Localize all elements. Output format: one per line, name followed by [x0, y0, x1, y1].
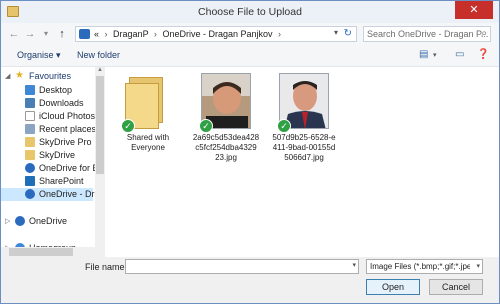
- sidebar-label: Desktop: [39, 85, 73, 95]
- sidebar-item-downloads[interactable]: Downloads: [1, 97, 93, 110]
- sidebar-item-recent-places[interactable]: Recent places: [1, 123, 97, 136]
- folder-icon: [25, 137, 35, 147]
- sidebar-item-onedrive[interactable]: ▷ OneDrive: [1, 215, 93, 228]
- organise-button[interactable]: Organise ▾: [17, 50, 61, 61]
- help-icon[interactable]: ❓: [477, 49, 489, 60]
- sync-check-icon: ✓: [277, 119, 291, 133]
- view-options-icon[interactable]: ▤: [419, 49, 428, 60]
- scroll-thumb[interactable]: [9, 248, 73, 256]
- desktop-icon: [25, 85, 35, 95]
- chevron-down-icon[interactable]: ▾: [334, 28, 338, 37]
- back-button[interactable]: ←: [7, 27, 21, 41]
- recent-locations-button[interactable]: ▾: [39, 27, 53, 41]
- toolbar: Organise ▾ New folder ▤ ▾ ▭ ❓: [1, 45, 499, 67]
- sidebar-label: Downloads: [39, 98, 84, 108]
- chevron-down-icon[interactable]: ▾: [352, 261, 356, 269]
- breadcrumb-onedrive[interactable]: OneDrive - Dragan Panjkov: [162, 29, 272, 39]
- file-item-photo[interactable]: ✓ 2a69c5d53dea428 c5fcf254dba4329 23.jpg: [191, 71, 261, 171]
- breadcrumb-draganp[interactable]: DraganP: [113, 29, 148, 39]
- cloud-icon: [25, 163, 35, 173]
- sidebar-label: SharePoint: [39, 176, 84, 186]
- onedrive-location-icon: [79, 29, 90, 39]
- scroll-up-icon[interactable]: ▲: [95, 67, 105, 73]
- cancel-button[interactable]: Cancel: [429, 279, 483, 295]
- sidebar-item-skydrive[interactable]: SkyDrive: [1, 149, 93, 162]
- up-button[interactable]: ↑: [55, 27, 69, 41]
- sidebar-label: SkyDrive: [39, 150, 76, 160]
- file-name: 507d9b25-6528-e 411-9bad-00155d 5066d7.j…: [272, 133, 336, 162]
- recent-places-icon: [25, 124, 35, 134]
- preview-pane-icon[interactable]: ▭: [455, 49, 464, 60]
- expand-icon[interactable]: ▷: [5, 217, 10, 225]
- breadcrumb: « › DraganP › OneDrive - Dragan Panjkov …: [94, 29, 284, 39]
- search-box[interactable]: Search OneDrive - Dragan P... ⌕: [363, 26, 491, 42]
- forward-button[interactable]: →: [23, 27, 37, 41]
- cloud-icon: [25, 189, 35, 199]
- chevron-right-icon: ›: [278, 29, 282, 39]
- sidebar-item-onedrive-business[interactable]: OneDrive for Bus: [1, 162, 105, 175]
- filename-input[interactable]: ▾: [125, 259, 359, 274]
- cloud-icon: [15, 216, 25, 226]
- sidebar-label: SkyDrive Pro: [39, 137, 92, 147]
- search-input[interactable]: Search OneDrive - Dragan P...: [367, 29, 488, 39]
- file-item-folder[interactable]: ✓ Shared with Everyone: [113, 71, 183, 171]
- file-list: ✓ Shared with Everyone ✓ 2a69c5d53dea428…: [105, 67, 499, 257]
- sidebar-horizontal-scrollbar[interactable]: [1, 247, 105, 257]
- sidebar-label: Recent places: [39, 124, 97, 134]
- sidebar-item-skydrive-pro[interactable]: SkyDrive Pro: [1, 136, 93, 149]
- chevron-right-icon: ›: [104, 29, 108, 39]
- sidebar-item-desktop[interactable]: Desktop: [1, 84, 93, 97]
- icloud-photos-icon: [25, 111, 35, 121]
- address-bar[interactable]: « › DraganP › OneDrive - Dragan Panjkov …: [75, 26, 357, 42]
- chevron-down-icon[interactable]: ▾: [433, 51, 437, 59]
- scroll-thumb[interactable]: [96, 76, 104, 174]
- new-folder-button[interactable]: New folder: [77, 50, 120, 60]
- close-button[interactable]: ✕: [455, 1, 493, 19]
- sidebar-item-sharepoint[interactable]: SharePoint: [1, 175, 93, 188]
- filename-label: File name:: [85, 262, 128, 272]
- sync-check-icon: ✓: [199, 119, 213, 133]
- chevron-right-icon: ›: [153, 29, 157, 39]
- sidebar-item-icloud-photos[interactable]: iCloud Photos: [1, 110, 96, 123]
- chevron-down-icon[interactable]: ▾: [476, 262, 480, 270]
- search-icon[interactable]: ⌕: [481, 28, 487, 39]
- sidebar-label: iCloud Photos: [39, 111, 96, 121]
- sidebar-item-favourites[interactable]: ◢ ★ Favourites: [1, 70, 93, 83]
- navigation-pane: ◢ ★ Favourites Desktop Downloads iCloud …: [1, 67, 105, 257]
- file-dialog: Choose File to Upload ✕ ← → ▾ ↑ « › Drag…: [0, 0, 500, 304]
- sidebar-item-onedrive-dragan[interactable]: OneDrive - Dragan: [1, 188, 105, 201]
- title-bar: Choose File to Upload ✕: [1, 1, 499, 23]
- downloads-icon: [25, 98, 35, 108]
- sync-check-icon: ✓: [121, 119, 135, 133]
- sharepoint-icon: [25, 176, 35, 186]
- sidebar-label: OneDrive: [29, 216, 68, 226]
- window-title: Choose File to Upload: [198, 6, 302, 18]
- refresh-icon[interactable]: ↻: [344, 28, 352, 39]
- open-button[interactable]: Open: [366, 279, 420, 295]
- sidebar-vertical-scrollbar[interactable]: ▲: [95, 67, 105, 255]
- file-name: Shared with Everyone: [126, 133, 170, 152]
- breadcrumb-overflow[interactable]: «: [94, 29, 99, 39]
- expand-icon[interactable]: ◢: [5, 72, 10, 80]
- file-type-value: Image Files (*.bmp;*.gif;*.jpe;*.j: [370, 262, 470, 271]
- navigation-bar: ← → ▾ ↑ « › DraganP › OneDrive - Dragan …: [1, 23, 499, 45]
- bottom-bar: File name: ▾ Image Files (*.bmp;*.gif;*.…: [1, 257, 499, 303]
- folder-icon: [25, 150, 35, 160]
- file-type-select[interactable]: Image Files (*.bmp;*.gif;*.jpe;*.j ▾: [366, 259, 483, 274]
- star-icon: ★: [15, 70, 24, 81]
- sidebar-label-favourites: Favourites: [29, 71, 72, 81]
- file-item-photo[interactable]: ✓ 507d9b25-6528-e 411-9bad-00155d 5066d7…: [269, 71, 339, 171]
- file-name: 2a69c5d53dea428 c5fcf254dba4329 23.jpg: [192, 133, 260, 162]
